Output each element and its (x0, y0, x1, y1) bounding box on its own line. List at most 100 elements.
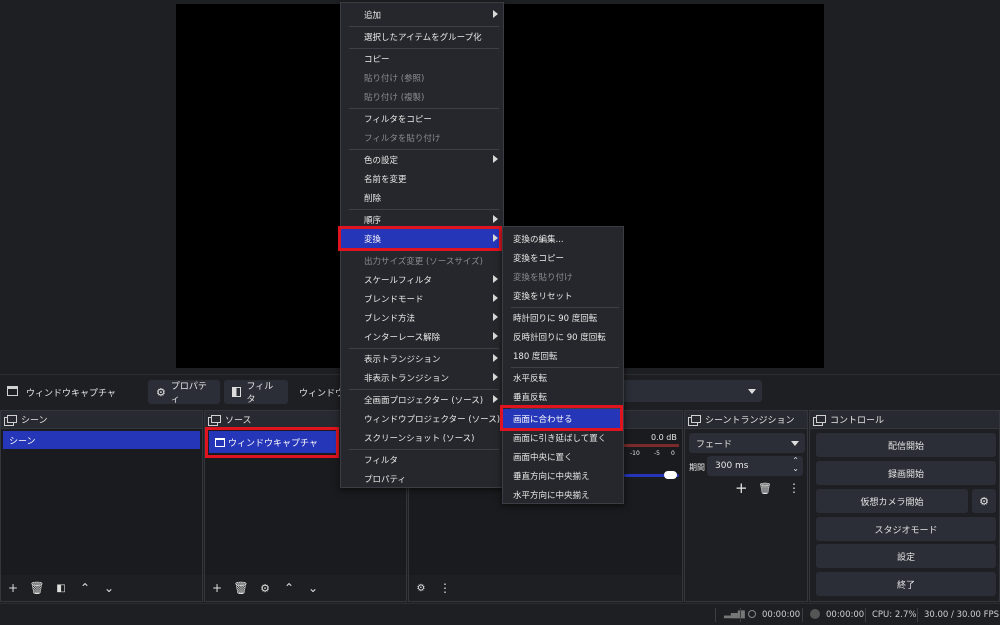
menu-item-fit-to-screen[interactable]: 画面に合わせる (503, 409, 623, 428)
virtual-camera-settings-button[interactable]: ⚙ (972, 489, 996, 513)
chevron-right-icon (493, 215, 498, 223)
menu-item-label: 貼り付け (複製) (364, 92, 425, 103)
gear-icon[interactable]: ⚙ (413, 580, 429, 596)
menu-item-center-to-screen[interactable]: 画面中央に置く (503, 447, 623, 466)
menu-item-label: 削除 (364, 193, 382, 204)
menu-item-label: ウィンドウプロジェクター (ソース) (364, 414, 501, 425)
window-icon (215, 437, 225, 447)
menu-item-center-horizontally[interactable]: 水平方向に中央揃え (503, 485, 623, 504)
dock-icon (813, 414, 826, 426)
menu-item-add[interactable]: 追加 (341, 5, 503, 24)
chevron-down-icon (748, 389, 756, 394)
menu-item-label: ブレンド方法 (364, 313, 416, 324)
menu-item-copy[interactable]: コピー (341, 49, 503, 68)
menu-item-screenshot[interactable]: スクリーンショット (ソース) (341, 428, 503, 447)
volume-slider-handle[interactable] (664, 471, 677, 479)
settings-button[interactable]: 設定 (816, 544, 996, 568)
menu-item-label: 変換の編集... (513, 234, 564, 245)
menu-item-blend-method[interactable]: ブレンド方法 (341, 308, 503, 327)
trash-icon[interactable]: 🗑 (758, 482, 772, 495)
menu-item-label: プロパティ (364, 474, 406, 485)
volume-meter (624, 444, 679, 447)
menu-item-label: 垂直反転 (513, 392, 548, 403)
stepper-icon[interactable]: ⌃ ⌄ (792, 457, 799, 473)
menu-item-transform[interactable]: 変換 (341, 229, 503, 248)
chevron-down-icon[interactable]: ⌄ (305, 580, 321, 596)
more-icon[interactable]: ⋮ (788, 481, 800, 495)
filter-icon[interactable]: ◧ (53, 580, 69, 596)
menu-item-color-settings[interactable]: 色の設定 (341, 150, 503, 169)
window-select[interactable] (620, 380, 762, 402)
start-recording-button[interactable]: 録画開始 (816, 461, 996, 485)
duration-input[interactable]: 300 ms ⌃ ⌄ (707, 456, 803, 476)
menu-item-stretch-to-screen[interactable]: 画面に引き延ばして置く (503, 428, 623, 447)
menu-item-paste-reference[interactable]: 貼り付け (参照) (341, 68, 503, 87)
menu-item-center-vertically[interactable]: 垂直方向に中央揃え (503, 466, 623, 485)
menu-item-resize-output[interactable]: 出力サイズ変更 (ソースサイズ) (341, 251, 503, 270)
menu-item-label: 反時計回りに 90 度回転 (513, 332, 606, 343)
menu-item-group-selected[interactable]: 選択したアイテムをグループ化 (341, 27, 503, 46)
start-virtual-camera-button[interactable]: 仮想カメラ開始 (816, 489, 968, 513)
menu-item-copy-filters[interactable]: フィルタをコピー (341, 109, 503, 128)
exit-button[interactable]: 終了 (816, 572, 996, 596)
more-icon[interactable]: ⋮ (437, 580, 453, 596)
menu-item-deinterlacing[interactable]: インターレース解除 (341, 327, 503, 346)
menu-item-copy-transform[interactable]: 変換をコピー (503, 248, 623, 267)
menu-item-rotate-ccw[interactable]: 反時計回りに 90 度回転 (503, 327, 623, 346)
menu-item-rotate-180[interactable]: 180 度回転 (503, 346, 623, 365)
transitions-title: シーントランジション (705, 416, 795, 426)
properties-button[interactable]: ⚙ プロパティ (148, 380, 220, 405)
menu-item-label: 選択したアイテムをグループ化 (364, 32, 482, 43)
menu-item-show-transition[interactable]: 表示トランジション (341, 349, 503, 368)
trash-icon[interactable]: 🗑 (29, 580, 45, 596)
menu-item-rotate-cw[interactable]: 時計回りに 90 度回転 (503, 308, 623, 327)
dock-icon (4, 414, 17, 426)
scenes-footer: + 🗑 ◧ ⌃ ⌄ (1, 575, 202, 601)
add-icon[interactable]: + (5, 580, 21, 596)
menu-item-label: 変換をコピー (513, 253, 565, 264)
menu-item-paste-filters[interactable]: フィルタを貼り付け (341, 128, 503, 147)
source-item-label: ウィンドウキャプチャ (228, 438, 318, 449)
menu-item-paste-duplicate[interactable]: 貼り付け (複製) (341, 87, 503, 106)
add-icon[interactable]: + (735, 479, 748, 497)
menu-item-flip-vertical[interactable]: 垂直反転 (503, 387, 623, 406)
menu-item-label: コピー (364, 54, 390, 65)
chevron-right-icon (493, 10, 498, 18)
meter-scale-label: -5 (654, 450, 660, 457)
menu-item-paste-transform[interactable]: 変換を貼り付け (503, 267, 623, 286)
chevron-up-icon[interactable]: ⌃ (281, 580, 297, 596)
menu-item-reset-transform[interactable]: 変換をリセット (503, 286, 623, 305)
filters-button[interactable]: フィルタ (224, 380, 288, 405)
menu-item-fullscreen-projector[interactable]: 全画面プロジェクター (ソース) (341, 390, 503, 409)
menu-item-filters[interactable]: フィルタ (341, 450, 503, 469)
chevron-down-icon[interactable]: ⌄ (101, 580, 117, 596)
menu-item-flip-horizontal[interactable]: 水平反転 (503, 368, 623, 387)
chevron-up-icon[interactable]: ⌃ (77, 580, 93, 596)
stream-icon (748, 610, 756, 618)
menu-item-windowed-projector[interactable]: ウィンドウプロジェクター (ソース) (341, 409, 503, 428)
transition-select[interactable]: フェード (689, 433, 805, 453)
studio-mode-button[interactable]: スタジオモード (816, 517, 996, 541)
chevron-right-icon (493, 275, 498, 283)
source-item[interactable]: ウィンドウキャプチャ (209, 431, 339, 453)
scene-item[interactable]: シーン (3, 431, 200, 449)
menu-item-hide-transition[interactable]: 非表示トランジション (341, 368, 503, 387)
menu-item-order[interactable]: 順序 (341, 210, 503, 229)
network-icon: ▂▄▆ (724, 609, 745, 619)
menu-item-scale-filtering[interactable]: スケールフィルタ (341, 270, 503, 289)
chevron-right-icon (493, 373, 498, 381)
gear-icon[interactable]: ⚙ (257, 580, 273, 596)
menu-item-label: スケールフィルタ (364, 275, 432, 286)
window-label: ウィンドウ (299, 389, 345, 399)
trash-icon[interactable]: 🗑 (233, 580, 249, 596)
gear-icon: ⚙ (156, 385, 166, 399)
menu-item-rename[interactable]: 名前を変更 (341, 169, 503, 188)
menu-item-properties[interactable]: プロパティ (341, 469, 503, 488)
start-streaming-button[interactable]: 配信開始 (816, 433, 996, 457)
menu-item-label: フィルタを貼り付け (364, 133, 441, 144)
menu-item-remove[interactable]: 削除 (341, 188, 503, 207)
menu-item-edit-transform[interactable]: 変換の編集... (503, 229, 623, 248)
add-icon[interactable]: + (209, 580, 225, 596)
menu-item-blend-mode[interactable]: ブレンドモード (341, 289, 503, 308)
window-icon (7, 386, 18, 396)
